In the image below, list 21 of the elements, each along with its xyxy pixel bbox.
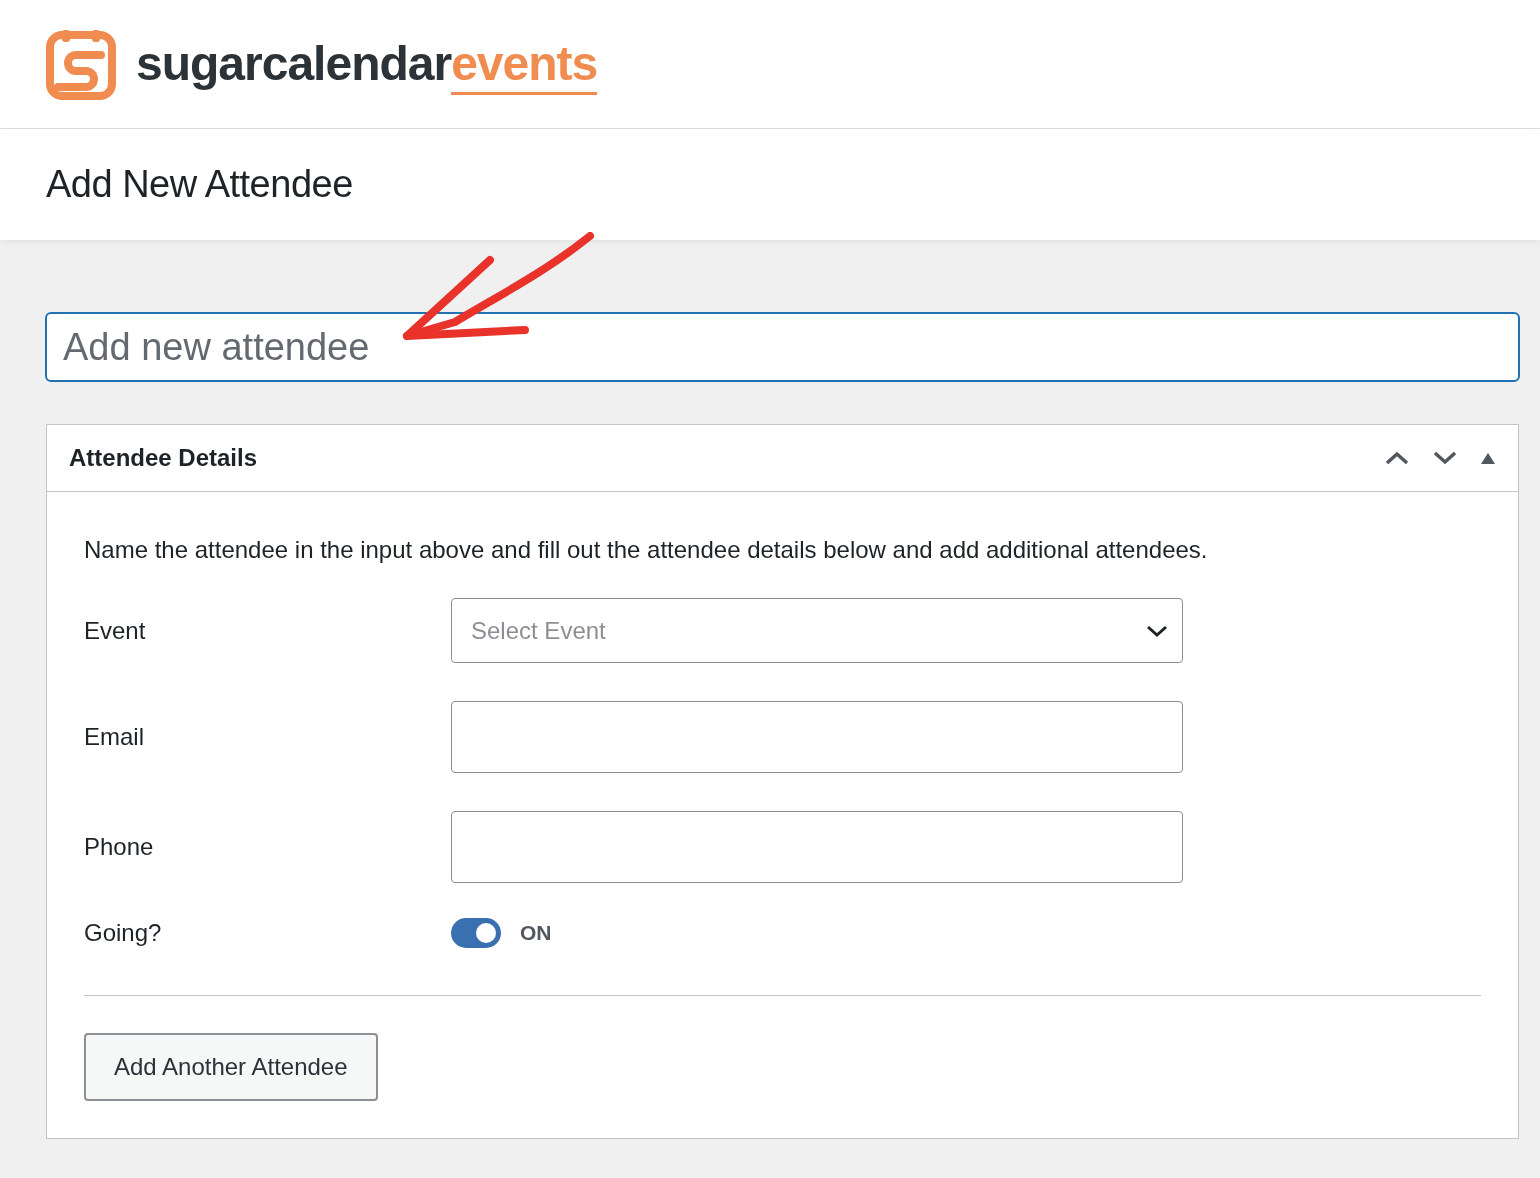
field-label: Event bbox=[84, 615, 147, 646]
panel-title: Attendee Details bbox=[69, 443, 259, 473]
move-down-icon[interactable] bbox=[1432, 450, 1458, 466]
field-label: Going? bbox=[84, 918, 163, 948]
add-another-attendee-button[interactable]: Add Another Attendee bbox=[84, 1033, 378, 1101]
toggle-switch[interactable] bbox=[451, 918, 501, 948]
field-label: Phone bbox=[84, 832, 155, 862]
collapse-toggle-icon[interactable] bbox=[1480, 451, 1496, 465]
input-field[interactable] bbox=[451, 701, 1183, 773]
logo-text: sugarcalendar bbox=[136, 37, 452, 90]
toggle-state-label: ON bbox=[520, 920, 552, 947]
page-title: Add New Attendee bbox=[46, 161, 353, 207]
chevron-down-icon bbox=[1146, 623, 1168, 638]
calendar-logo-icon bbox=[46, 28, 116, 100]
logo-text: events bbox=[451, 37, 598, 95]
input-field[interactable]: Add new attendee bbox=[45, 312, 1520, 382]
panel-description: Name the attendee in the input above and fill out the attendee details below and add additional attendees. bbox=[84, 535, 1209, 565]
move-up-icon[interactable] bbox=[1384, 450, 1410, 466]
field-label: Email bbox=[84, 722, 145, 752]
input-field[interactable] bbox=[451, 811, 1183, 883]
select-placeholder: Select Event bbox=[471, 615, 606, 646]
